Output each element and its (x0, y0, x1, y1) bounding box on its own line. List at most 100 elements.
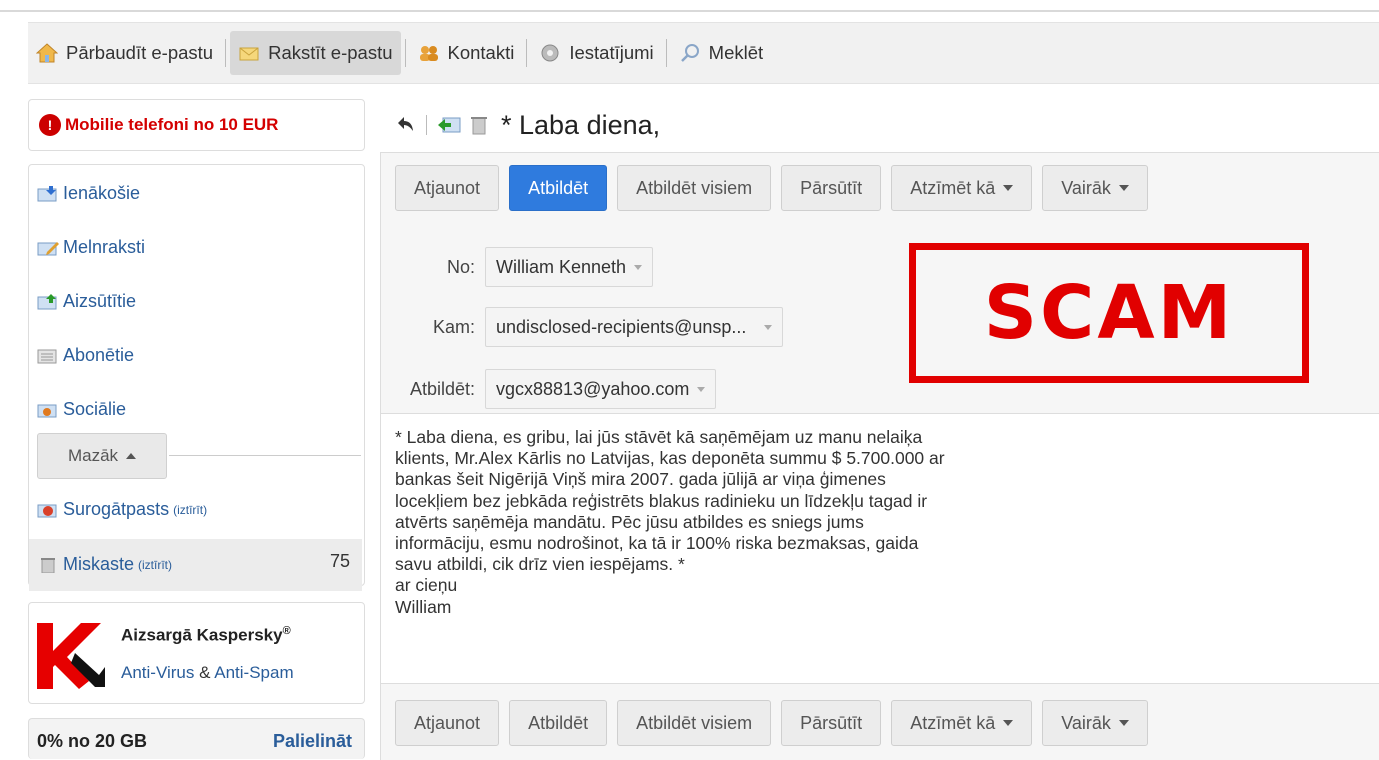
empty-spam-link[interactable]: (iztīrīt) (173, 503, 207, 517)
toolbar-divider (665, 39, 667, 67)
alert-icon: ! (39, 114, 61, 136)
kaspersky-title: Aizsargā Kaspersky® (121, 625, 291, 646)
more-button[interactable]: Vairāk (1042, 165, 1148, 211)
trash-icon (41, 557, 55, 573)
refresh-button[interactable]: Atjaunot (395, 165, 500, 211)
forward-button[interactable]: Pārsūtīt (781, 165, 882, 211)
upgrade-link[interactable]: Palielināt (273, 731, 352, 752)
registered-mark: ® (282, 625, 291, 637)
forward-label: Pārsūtīt (800, 712, 863, 733)
kaspersky-box: Aizsargā Kaspersky® Anti-Virus & Anti-Sp… (28, 602, 365, 704)
reply-all-button[interactable]: Atbildēt visiem (617, 700, 772, 746)
reply-to-value: vgcx88813@yahoo.com (496, 378, 690, 399)
reply-label: Atbildēt (528, 177, 589, 198)
action-toolbar: Atjaunot Atbildēt Atbildēt visiem Pārsūt… (395, 165, 1158, 211)
caret-down-icon (1003, 720, 1014, 726)
contacts-label: Kontakti (447, 42, 515, 63)
action-toolbar-bottom: Atjaunot Atbildēt Atbildēt visiem Pārsūt… (395, 700, 1158, 746)
settings-button[interactable]: Iestatījumi (531, 31, 661, 75)
refresh-button[interactable]: Atjaunot (395, 700, 500, 746)
kaspersky-title-text: Aizsargā Kaspersky (121, 625, 283, 645)
toolbar-divider (404, 39, 406, 67)
caret-down-icon (697, 386, 706, 392)
folder-sent[interactable]: Aizsūtītie (37, 291, 136, 312)
delete-icon[interactable] (469, 114, 489, 136)
refresh-label: Atjaunot (414, 177, 481, 198)
anti-spam-link[interactable]: Anti-Spam (214, 663, 293, 682)
gear-icon (541, 44, 559, 62)
caret-down-icon (1118, 720, 1129, 726)
folder-label: Sociālie (63, 399, 127, 419)
top-toolbar: Pārbaudīt e-pastu Rakstīt e-pastu Kontak… (28, 22, 1379, 84)
check-mail-button[interactable]: Pārbaudīt e-pastu (28, 31, 221, 75)
kaspersky-logo-icon (37, 623, 105, 689)
promo-banner[interactable]: ! Mobilie telefoni no 10 EUR (28, 99, 365, 151)
contacts-icon (419, 46, 438, 61)
toolbar-divider (225, 39, 227, 67)
message-body: * Laba diena, es gribu, lai jūs stāvēt k… (395, 427, 945, 617)
caret-down-icon (1118, 185, 1129, 191)
reply-button[interactable]: Atbildēt (509, 165, 608, 211)
folder-subscriptions[interactable]: Abonētie (37, 345, 134, 366)
mark-as-label: Atzīmēt kā (910, 177, 996, 198)
mark-as-button[interactable]: Atzīmēt kā (891, 165, 1033, 211)
caret-up-icon (126, 453, 137, 459)
contacts-button[interactable]: Kontakti (410, 31, 523, 75)
message-panel: Atjaunot Atbildēt Atbildēt visiem Pārsūt… (380, 152, 1379, 760)
reply-all-label: Atbildēt visiem (636, 712, 753, 733)
drafts-icon (37, 241, 59, 255)
reply-all-label: Atbildēt visiem (636, 177, 753, 198)
search-label: Meklēt (708, 42, 764, 63)
search-button[interactable]: Meklēt (671, 31, 772, 75)
folder-trash[interactable]: Miskaste (iztīrīt) 75 (29, 539, 362, 591)
empty-trash-link[interactable]: (iztīrīt) (138, 558, 172, 572)
to-row: Kam: undisclosed-recipients@unsp... (381, 307, 784, 347)
reply-to-label: Atbildēt: (409, 378, 475, 399)
home-icon (36, 43, 58, 63)
ampersand: & (199, 663, 211, 682)
bottom-toolbar-area: Atjaunot Atbildēt Atbildēt visiem Pārsūt… (381, 683, 1379, 760)
folder-label: Melnraksti (63, 237, 146, 257)
reply-button[interactable]: Atbildēt (509, 700, 608, 746)
sent-icon (37, 293, 57, 309)
folder-label: Surogātpasts (63, 499, 170, 519)
subject-text: * Laba diena, (501, 109, 661, 140)
show-less-label: Mazāk (67, 446, 119, 465)
forward-button[interactable]: Pārsūtīt (781, 700, 882, 746)
caret-down-icon (634, 264, 643, 270)
trash-item: Miskaste (iztīrīt) (37, 554, 172, 575)
divider (169, 455, 361, 456)
check-mail-label: Pārbaudīt e-pastu (66, 42, 214, 63)
from-field[interactable]: William Kenneth (485, 247, 654, 287)
search-icon (680, 44, 699, 62)
compose-label: Rakstīt e-pastu (268, 42, 393, 63)
quota-text: 0% no 20 GB (37, 731, 148, 751)
folder-inbox[interactable]: Ienākošie (37, 183, 140, 204)
caret-down-icon (1003, 185, 1014, 191)
to-value: undisclosed-recipients@unsp... (496, 316, 747, 337)
folder-social[interactable]: Sociālie (37, 399, 126, 420)
to-field[interactable]: undisclosed-recipients@unsp... (485, 307, 784, 347)
compose-button[interactable]: Rakstīt e-pastu (230, 31, 401, 75)
top-border (0, 0, 1379, 12)
move-to-inbox-icon[interactable] (437, 115, 461, 135)
folder-drafts[interactable]: Melnraksti (37, 237, 145, 258)
reply-all-button[interactable]: Atbildēt visiem (617, 165, 772, 211)
folder-label: Aizsūtītie (63, 291, 137, 311)
mark-as-button[interactable]: Atzīmēt kā (891, 700, 1033, 746)
folder-label: Ienākošie (63, 183, 141, 203)
spam-icon (37, 504, 57, 517)
show-less-button[interactable]: Mazāk (37, 433, 167, 479)
storage-quota: 0% no 20 GB Palielināt (28, 718, 365, 759)
reply-label: Atbildēt (528, 712, 589, 733)
scam-stamp: SCAM (909, 243, 1309, 383)
promo-text: Mobilie telefoni no 10 EUR (65, 115, 279, 134)
reply-to-field[interactable]: vgcx88813@yahoo.com (485, 369, 717, 409)
anti-virus-link[interactable]: Anti-Virus (121, 663, 194, 682)
folder-spam[interactable]: Surogātpasts (iztīrīt) (37, 499, 207, 520)
more-button[interactable]: Vairāk (1042, 700, 1148, 746)
more-label: Vairāk (1061, 712, 1111, 733)
more-label: Vairāk (1061, 177, 1111, 198)
back-arrow-icon[interactable] (394, 114, 416, 136)
folder-list: Ienākošie Melnraksti Aizsūtītie Abonētie… (28, 164, 365, 591)
